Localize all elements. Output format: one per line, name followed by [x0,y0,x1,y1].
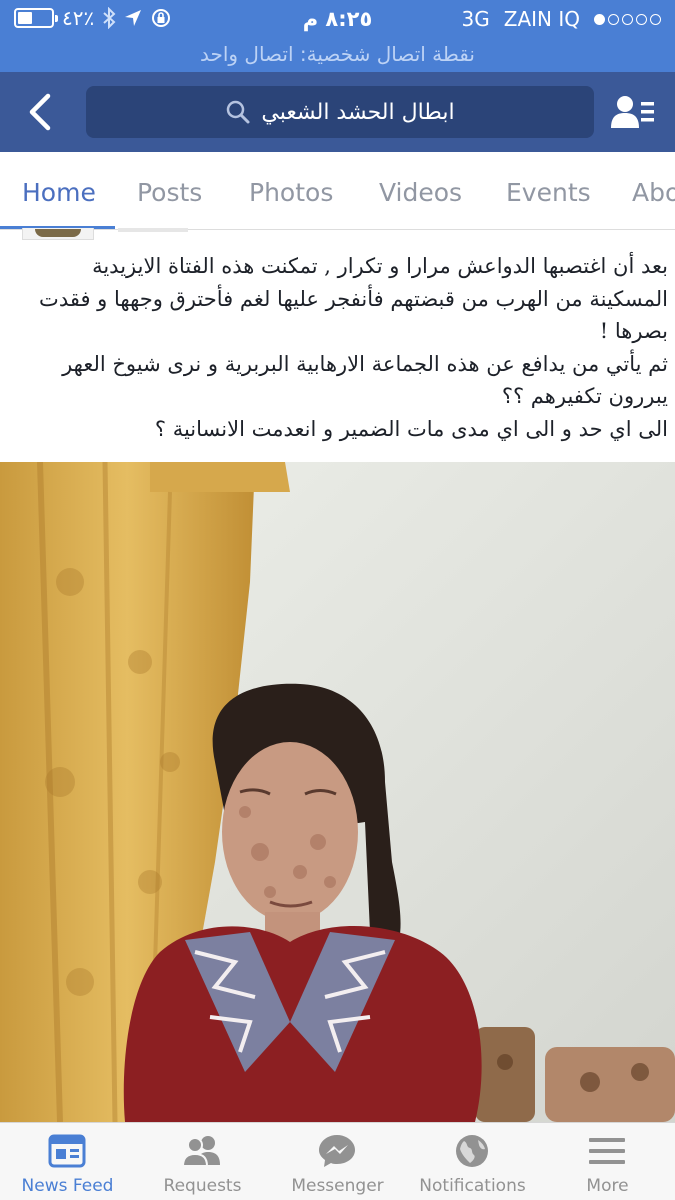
search-query: ابطال الحشد الشعبي [261,99,455,125]
page-tabs: Home Posts Photos Videos Events Abo [0,152,675,230]
search-icon [227,100,250,124]
hamburger-menu-icon [589,1138,625,1164]
post-text: بعد أن اغتصبها الدواعش مرارا و تكرار , ت… [10,250,668,445]
tab-about[interactable]: Abo [632,178,675,207]
tab-home[interactable]: Home [22,178,96,207]
tab-messenger[interactable]: Messenger [270,1123,405,1200]
post-line: المسكينة من الهرب من قبضتهم فأنفجر عليها… [39,286,668,311]
nav-bar: ابطال الحشد الشعبي [0,72,675,152]
post-meta [118,228,188,232]
page-avatar[interactable] [22,228,94,240]
news-feed-icon [48,1134,86,1168]
post-line: الى اي حد و الى اي مدى مات الضمير و انعد… [154,416,668,441]
tab-posts[interactable]: Posts [137,178,202,207]
signal-strength-icon [594,13,661,25]
tab-more[interactable]: More [540,1123,675,1200]
post-line: ثم يأتي من يدافع عن هذه الجماعة الارهابي… [62,351,668,376]
globe-icon [456,1135,488,1167]
post-line: يبررون تكفيرهم ؟؟ [501,384,668,408]
messenger-icon [319,1135,355,1167]
tab-requests[interactable]: Requests [135,1123,270,1200]
network-type: 3G [461,7,490,31]
friends-list-icon[interactable] [611,94,655,130]
tab-label: News Feed [21,1176,114,1196]
tab-label: Messenger [291,1176,384,1196]
tab-events[interactable]: Events [506,178,591,207]
status-bar: ٤٢٪ ٨:٢٥ م 3G ZAIN IQ [0,0,675,40]
tab-photos[interactable]: Photos [249,178,333,207]
tab-videos[interactable]: Videos [379,178,462,207]
search-bar[interactable]: ابطال الحشد الشعبي [86,86,594,138]
tab-notifications[interactable]: Notifications [405,1123,540,1200]
hotspot-banner[interactable]: نقطة اتصال شخصية: اتصال واحد [0,40,675,72]
friend-requests-icon [182,1136,220,1167]
post-photo[interactable] [0,462,675,1122]
tab-news-feed[interactable]: News Feed [0,1123,135,1200]
tab-label: Notifications [419,1176,526,1196]
tab-label: More [586,1176,629,1196]
status-right: 3G ZAIN IQ [462,7,661,31]
tab-label: Requests [163,1176,242,1196]
bottom-tab-bar: News Feed Requests Messenger Notificatio… [0,1122,675,1200]
carrier-name: ZAIN IQ [503,7,580,31]
post-line: بصرها ! [599,319,668,343]
back-arrow-icon[interactable] [22,92,62,132]
post-line: بعد أن اغتصبها الدواعش مرارا و تكرار , ت… [92,254,668,278]
